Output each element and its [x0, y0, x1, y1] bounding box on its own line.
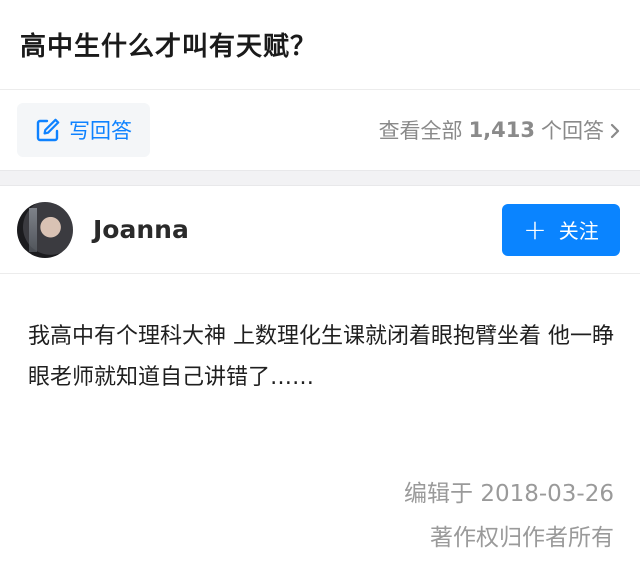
copyright-notice: 著作权归作者所有	[430, 525, 614, 551]
view-all-prefix: 查看全部	[378, 119, 463, 143]
view-all-answers-link[interactable]: 查看全部 1,413 个回答	[379, 115, 622, 145]
avatar[interactable]	[17, 201, 73, 258]
author-info[interactable]: Joanna	[17, 201, 189, 258]
edited-date: 编辑于 2018-03-26	[404, 481, 614, 507]
follow-label: 关注	[558, 219, 599, 243]
plus-icon: +	[523, 212, 547, 246]
answer-count: 1,413	[468, 118, 535, 142]
author-name[interactable]: Joanna	[93, 215, 189, 244]
action-bar: 写回答 查看全部 1,413 个回答	[0, 90, 640, 170]
author-row: Joanna + 关注	[0, 186, 640, 274]
answer-text[interactable]: 我高中有个理科大神 上数理化生课就闭着眼抱臂坐着 他一睁眼老师就知道自己讲错了……	[0, 274, 640, 434]
write-answer-button[interactable]: 写回答	[17, 103, 150, 157]
section-divider	[0, 170, 640, 186]
follow-button[interactable]: + 关注	[502, 203, 620, 256]
edit-pencil-icon	[35, 117, 61, 143]
write-answer-label: 写回答	[69, 119, 132, 143]
view-all-suffix: 个回答	[541, 119, 604, 143]
question-header: 高中生什么才叫有天赋？	[0, 0, 640, 90]
question-title[interactable]: 高中生什么才叫有天赋？	[20, 26, 620, 63]
chevron-right-icon	[608, 121, 622, 139]
